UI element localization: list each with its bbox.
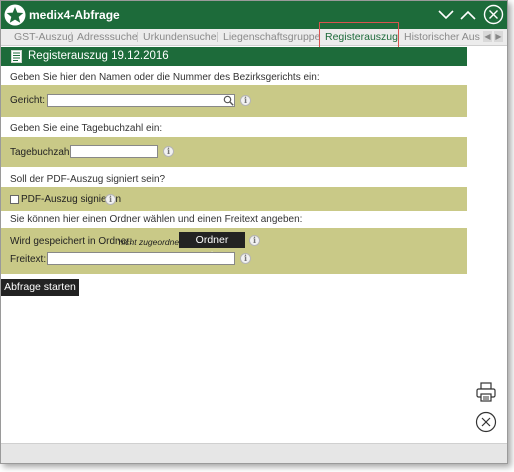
tab-divider [71,32,72,42]
info-icon[interactable]: i [163,146,174,157]
pdf-panel: PDF-Auszug signieren i [1,187,467,211]
print-icon[interactable] [475,381,497,403]
info-icon[interactable]: i [240,253,251,264]
tab-divider [137,32,138,42]
tab-scroll-right-icon[interactable]: ▶ [494,31,503,42]
document-icon [11,50,22,63]
app-window: medix4-Abfrage GST-Auszug Adresssuche Ur… [0,0,508,464]
ordner-prompt: Sie können hier einen Ordner wählen und … [10,214,303,225]
gericht-panel: Gericht: i [1,85,467,117]
title-bar: medix4-Abfrage [1,1,507,29]
ordner-label: Wird gespeichert in Ordner: [10,236,133,247]
gericht-prompt: Geben Sie hier den Namen oder die Nummer… [10,72,320,83]
status-bar [1,443,507,463]
freitext-label: Freitext: [10,254,47,265]
star-icon [4,4,26,26]
tab-liegenschaftsgruppe[interactable]: Liegenschaftsgruppe [223,29,321,45]
info-icon[interactable]: i [105,194,116,205]
tagebuch-label: Tagebuchzahl: [10,147,75,158]
freitext-input[interactable] [47,252,235,265]
tab-adresssuche[interactable]: Adresssuche [77,29,138,45]
pdf-prompt: Soll der PDF-Auszug signiert sein? [10,174,166,185]
active-tab-highlight [319,22,399,49]
ordner-aendern-button[interactable]: Ordner ändern [179,232,245,262]
info-icon[interactable]: i [240,95,251,106]
close-icon[interactable] [483,4,504,25]
chevron-down-icon[interactable] [437,6,455,24]
ordner-panel: Wird gespeichert in Ordner: 'nicht zugeo… [1,228,467,274]
chevron-up-icon[interactable] [459,6,477,24]
tab-scroll-left-icon[interactable]: ◀ [483,31,492,42]
tab-urkundensuche[interactable]: Urkundensuche [143,29,217,45]
ordner-value: 'nicht zugeordnet' [117,237,184,247]
pdf-sign-checkbox[interactable] [10,195,19,204]
search-icon[interactable] [223,95,234,106]
tagebuch-panel: Tagebuchzahl: i [1,137,467,167]
info-icon[interactable]: i [249,235,260,246]
window-title: medix4-Abfrage [29,8,120,22]
tagebuch-prompt: Geben Sie eine Tagebuchzahl ein: [10,123,163,134]
tab-historischer-auszug[interactable]: Historischer Ausz [404,29,480,45]
section-header: Registerauszug 19.12.2016 [1,47,467,66]
close-circle-icon[interactable] [475,411,497,433]
gericht-input[interactable] [47,94,235,107]
tagebuch-input[interactable] [70,145,158,158]
tab-gst-auszug[interactable]: GST-Auszug [14,29,74,45]
tab-bar: GST-Auszug Adresssuche Urkundensuche Lie… [1,29,507,46]
gericht-label: Gericht: [10,95,46,106]
section-title: Registerauszug 19.12.2016 [28,50,169,62]
tab-divider [217,32,218,42]
abfrage-starten-button[interactable]: Abfrage starten [1,279,79,296]
